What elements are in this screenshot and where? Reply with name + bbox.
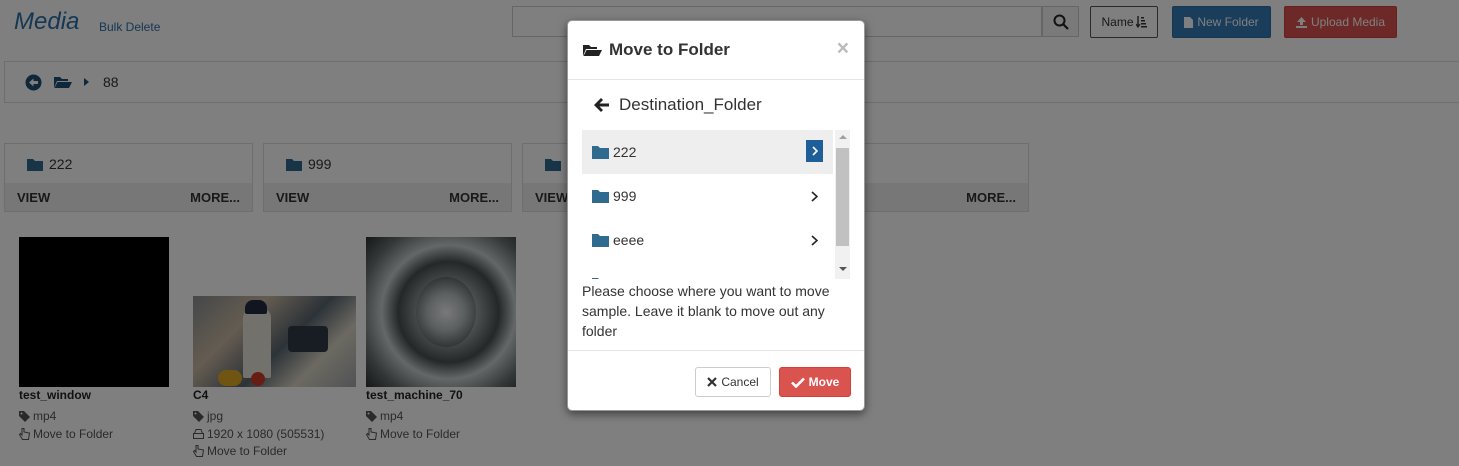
folder-icon [592, 233, 609, 247]
chevron-right-icon[interactable] [806, 188, 822, 204]
destination-row[interactable]: Destination_Folder [594, 95, 762, 115]
folder-list: 222 999 eeee ffff [582, 130, 850, 279]
move-label: Move [808, 375, 840, 389]
times-icon [707, 377, 718, 387]
chevron-right-icon[interactable] [806, 276, 822, 279]
folder-list-item[interactable]: eeee [582, 218, 833, 262]
folder-icon [592, 189, 609, 203]
folder-list-label: 999 [613, 188, 637, 204]
help-text: Please choose where you want to move sam… [582, 283, 830, 339]
arrow-left-icon[interactable] [594, 98, 609, 112]
modal-footer: Cancel Move [568, 350, 864, 410]
cancel-label: Cancel [721, 375, 759, 389]
folder-icon [592, 145, 609, 159]
folder-list-item[interactable]: 222 [582, 130, 833, 174]
check-icon [790, 377, 805, 388]
chevron-right-icon[interactable] [806, 232, 822, 248]
folder-open-icon [583, 43, 602, 57]
folder-list-item[interactable]: 999 [582, 174, 833, 218]
cancel-button[interactable]: Cancel [695, 367, 771, 397]
folder-list-label: ffff [613, 276, 628, 279]
folder-list-scrollbar[interactable] [835, 130, 850, 279]
destination-folder-label: Destination_Folder [619, 95, 762, 114]
scroll-thumb[interactable] [836, 148, 849, 246]
move-button[interactable]: Move [779, 367, 851, 397]
modal-header: Move to Folder × [568, 21, 864, 80]
folder-icon [592, 277, 609, 279]
close-button[interactable]: × [837, 38, 849, 59]
folder-list-label: eeee [613, 232, 645, 248]
folder-list-label: 222 [613, 144, 637, 160]
modal-title: Move to Folder [609, 40, 730, 59]
scroll-up-arrow[interactable] [839, 135, 847, 139]
move-to-folder-modal: Move to Folder × Destination_Folder 222 … [567, 20, 865, 411]
scroll-down-arrow[interactable] [839, 267, 847, 271]
chevron-right-icon[interactable] [806, 140, 823, 162]
folder-list-item[interactable]: ffff [582, 262, 833, 279]
